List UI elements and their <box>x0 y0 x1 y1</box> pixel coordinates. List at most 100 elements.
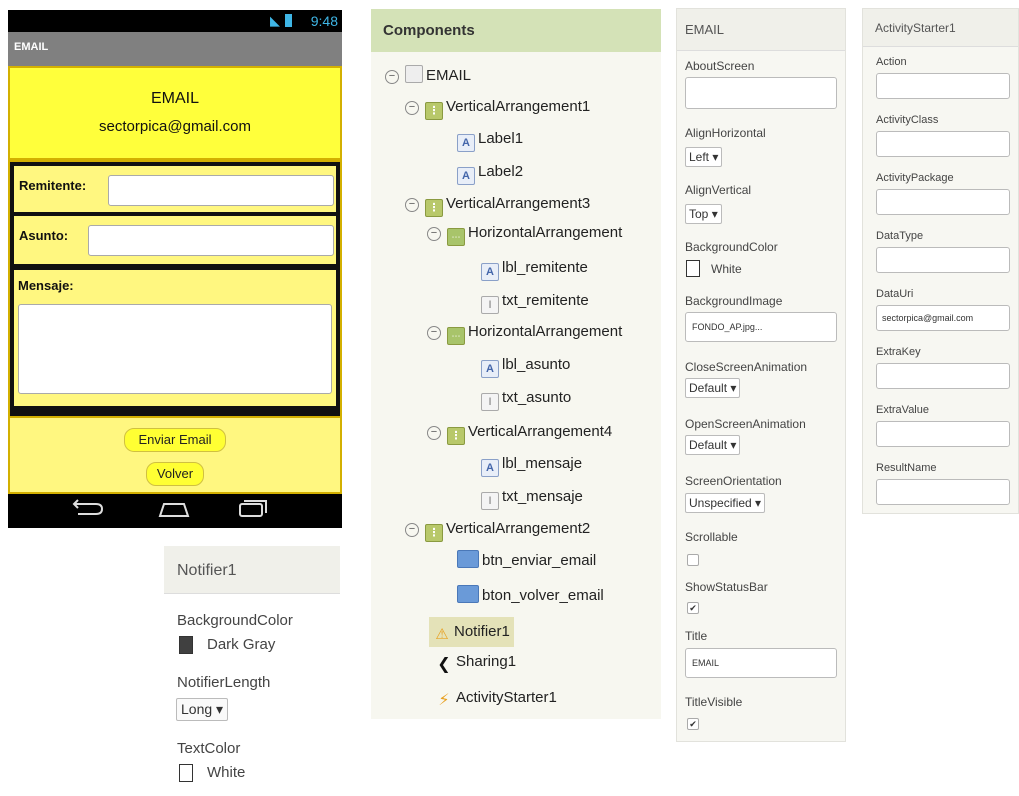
dark-gray-swatch[interactable] <box>179 636 193 654</box>
textbox-icon: I <box>481 492 499 510</box>
tree-node-lbl-remitente[interactable]: Albl_remitente <box>481 257 588 281</box>
activity-package-input[interactable] <box>876 189 1010 215</box>
align-horizontal-label: AlignHorizontal <box>685 126 766 140</box>
mensaje-label: Mensaje: <box>18 278 74 293</box>
title-visible-checkbox[interactable]: ✔ <box>687 718 699 730</box>
tree-node-horizontalarrangement-a[interactable]: − ⋯ HorizontalArrangement <box>427 222 622 246</box>
notifier-properties-panel: Notifier1 BackgroundColor Dark Gray Noti… <box>164 546 340 796</box>
notifier-bgcolor-value[interactable]: Dark Gray <box>207 636 275 653</box>
dropdown-caret-icon: ▾ <box>712 150 719 164</box>
home-nav-icon[interactable] <box>158 503 190 517</box>
tree-node-verticalarrangement1[interactable]: − ⋮ VerticalArrangement1 <box>405 96 590 120</box>
tree-node-verticalarrangement2[interactable]: − ⋮ VerticalArrangement2 <box>405 518 590 542</box>
tree-node-txt-remitente[interactable]: Itxt_remitente <box>481 290 589 314</box>
tree-node-email[interactable]: − EMAIL <box>385 65 471 87</box>
action-label: Action <box>876 56 907 68</box>
show-status-bar-checkbox[interactable]: ✔ <box>687 602 699 614</box>
action-input[interactable] <box>876 73 1010 99</box>
notifier-panel-title: Notifier1 <box>164 546 340 594</box>
data-type-input[interactable] <box>876 247 1010 273</box>
tree-node-notifier1[interactable]: ⚠ Notifier1 <box>429 617 514 647</box>
tree-node-lbl-asunto[interactable]: Albl_asunto <box>481 354 570 378</box>
align-vertical-select[interactable]: Top ▾ <box>685 204 722 224</box>
background-color-value[interactable]: White <box>711 262 742 276</box>
align-vertical-label: AlignVertical <box>685 183 752 197</box>
remitente-row: Remitente: <box>14 166 336 212</box>
white-swatch[interactable] <box>686 260 700 277</box>
collapse-icon[interactable]: − <box>427 227 441 241</box>
collapse-icon[interactable]: − <box>427 326 441 340</box>
tree-node-verticalarrangement3[interactable]: − ⋮ VerticalArrangement3 <box>405 193 590 217</box>
notifier-length-select[interactable]: Long ▾ <box>176 698 229 721</box>
scrollable-checkbox[interactable] <box>687 554 699 566</box>
email-properties-title: EMAIL <box>677 9 845 51</box>
collapse-icon[interactable]: − <box>427 426 441 440</box>
signal-icon: ◣ <box>270 13 280 28</box>
tree-node-sharing1[interactable]: ❮ Sharing1 <box>435 651 516 673</box>
label-icon: A <box>457 167 475 185</box>
label-icon: A <box>481 360 499 378</box>
about-screen-label: AboutScreen <box>685 59 755 73</box>
dropdown-caret-icon: ▾ <box>711 207 718 221</box>
remitente-input[interactable] <box>108 175 334 206</box>
header-arrangement: EMAIL sectorpica@gmail.com <box>10 68 340 158</box>
tree-node-txt-mensaje[interactable]: Itxt_mensaje <box>481 486 583 510</box>
title-input[interactable]: EMAIL <box>685 648 837 678</box>
phone-preview: ◣ 9:48 EMAIL EMAIL sectorpica@gmail.com … <box>8 10 342 528</box>
screen-title-bar: EMAIL <box>8 32 342 66</box>
tree-node-txt-asunto[interactable]: Itxt_asunto <box>481 387 571 411</box>
button-icon <box>457 585 479 603</box>
collapse-icon[interactable]: − <box>405 198 419 212</box>
extra-value-input[interactable] <box>876 421 1010 447</box>
tree-node-label1[interactable]: A Label1 <box>457 128 523 152</box>
close-animation-label: CloseScreenAnimation <box>685 360 808 374</box>
recents-nav-icon[interactable] <box>239 500 267 517</box>
collapse-icon[interactable]: − <box>385 70 399 84</box>
label-icon: A <box>481 263 499 281</box>
screen-orientation-select[interactable]: Unspecified ▾ <box>685 493 766 513</box>
back-button[interactable]: Volver <box>146 462 204 486</box>
activitystarter-properties-title: ActivityStarter1 <box>863 9 1018 47</box>
data-uri-input[interactable]: sectorpica@gmail.com <box>876 305 1010 331</box>
vertical-arrangement-icon: ⋮ <box>425 102 443 120</box>
collapse-icon[interactable]: − <box>405 101 419 115</box>
tree-node-verticalarrangement4[interactable]: − ⋮ VerticalArrangement4 <box>427 421 612 445</box>
mensaje-textarea[interactable] <box>18 304 332 394</box>
activity-class-input[interactable] <box>876 131 1010 157</box>
collapse-icon[interactable]: − <box>405 523 419 537</box>
tree-node-bton-volver-email[interactable]: bton_volver_email <box>457 585 604 607</box>
nav-bar-icons <box>72 499 267 517</box>
back-nav-icon[interactable] <box>72 499 104 515</box>
about-screen-textarea[interactable] <box>685 77 837 109</box>
notifier-textcolor-value[interactable]: White <box>207 764 245 781</box>
dropdown-caret-icon: ▾ <box>755 496 762 510</box>
screen-orientation-label: ScreenOrientation <box>685 474 782 488</box>
align-horizontal-select[interactable]: Left ▾ <box>685 147 723 167</box>
tree-node-lbl-mensaje[interactable]: Albl_mensaje <box>481 453 582 477</box>
extra-key-input[interactable] <box>876 363 1010 389</box>
result-name-input[interactable] <box>876 479 1010 505</box>
activitystarter-properties-panel: ActivityStarter1 Action ActivityClass Ac… <box>862 8 1019 514</box>
status-time: 9:48 <box>310 13 338 29</box>
lightning-icon: ⚡ <box>438 692 450 709</box>
white-swatch[interactable] <box>179 764 193 782</box>
vertical-arrangement-icon: ⋮ <box>425 199 443 217</box>
activity-class-label: ActivityClass <box>876 114 939 126</box>
button-icon <box>457 550 479 568</box>
background-image-input[interactable]: FONDO_AP.jpg... <box>685 312 837 342</box>
vertical-arrangement-icon: ⋮ <box>447 427 465 445</box>
open-animation-select[interactable]: Default ▾ <box>685 435 741 455</box>
tree-node-horizontalarrangement-b[interactable]: − ⋯ HorizontalArrangement <box>427 321 622 345</box>
activity-package-label: ActivityPackage <box>876 172 954 184</box>
components-panel: Components − EMAIL − ⋮ VerticalArrangement1… <box>371 9 661 719</box>
title-visible-label: TitleVisible <box>685 695 743 709</box>
asunto-label: Asunto: <box>19 228 69 243</box>
asunto-input[interactable] <box>88 225 334 256</box>
send-email-button[interactable]: Enviar Email <box>124 428 226 452</box>
tree-node-activitystarter1[interactable]: ⚡ ActivityStarter1 <box>435 687 557 709</box>
notifier-length-label: NotifierLength <box>177 674 271 691</box>
close-animation-select[interactable]: Default ▾ <box>685 378 741 398</box>
tree-node-btn-enviar-email[interactable]: btn_enviar_email <box>457 550 596 572</box>
tree-node-label2[interactable]: A Label2 <box>457 161 523 185</box>
result-name-label: ResultName <box>876 462 937 474</box>
